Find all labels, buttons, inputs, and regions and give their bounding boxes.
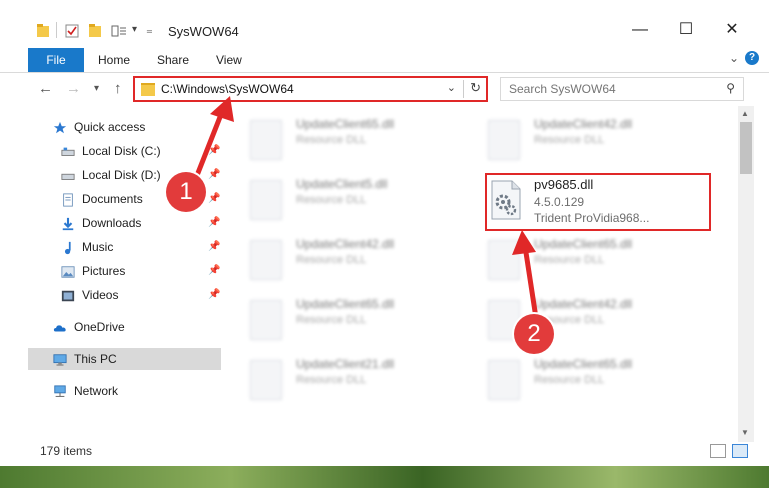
callout-2: 2: [514, 314, 554, 354]
arrow-2-head: [512, 230, 536, 255]
arrow-1-shaft: [193, 111, 225, 179]
annotation-arrows: [193, 96, 539, 319]
arrow-2-shaft: [522, 245, 539, 319]
callout-1: 1: [166, 172, 206, 212]
